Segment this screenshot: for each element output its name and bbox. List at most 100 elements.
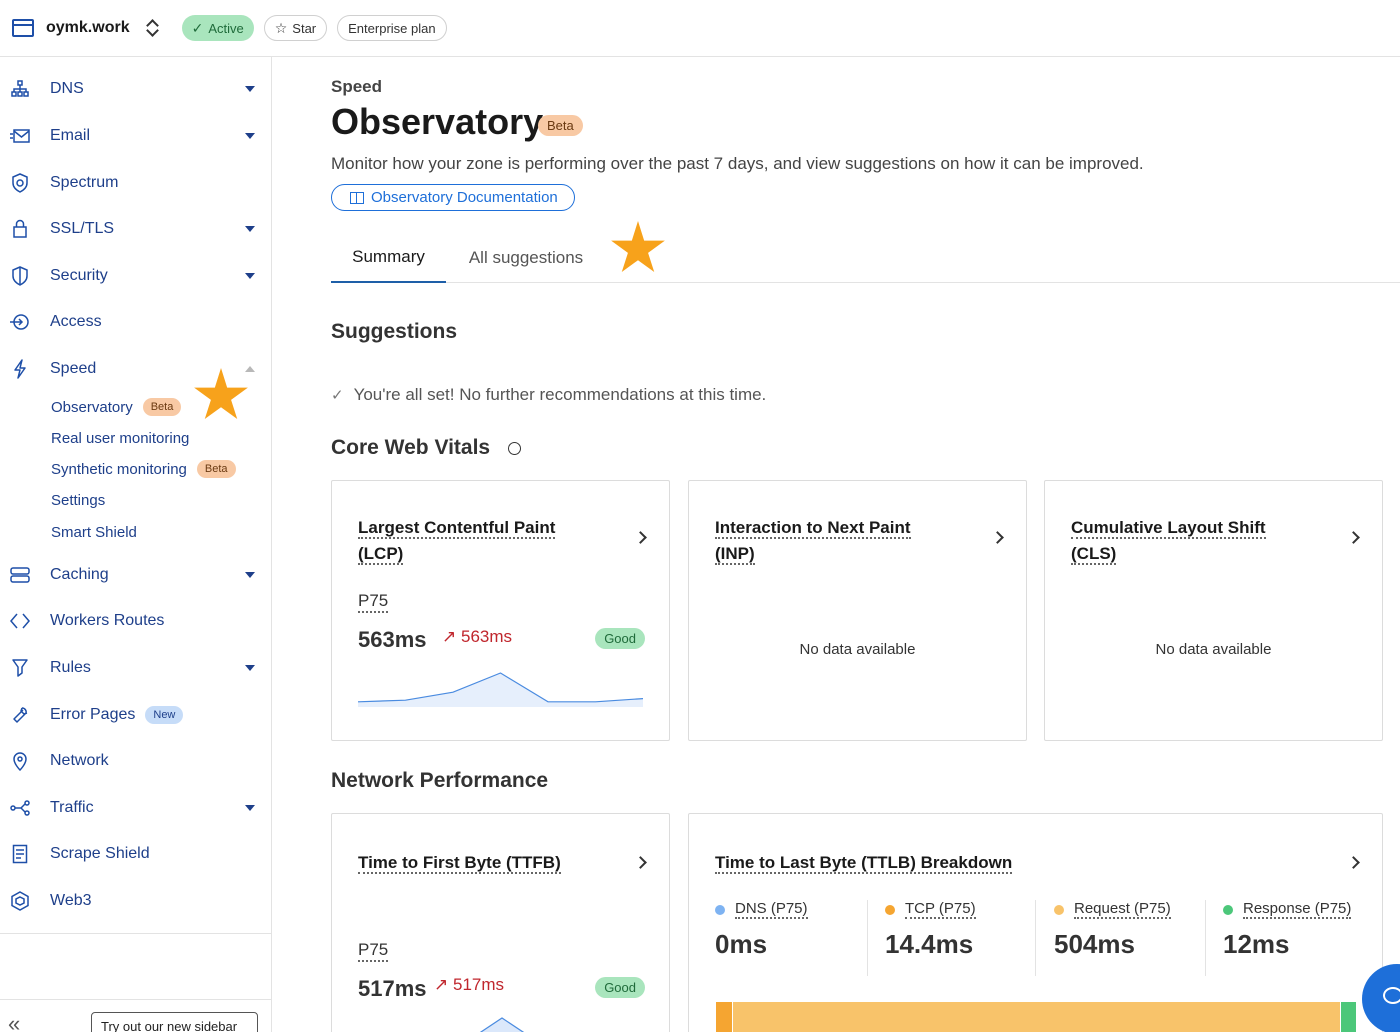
- sidebar-item-speed[interactable]: Speed: [0, 349, 271, 389]
- chevron-down-icon: [245, 226, 255, 232]
- plan-badge[interactable]: Enterprise plan: [337, 15, 447, 41]
- sidebar-item-email[interactable]: Email: [0, 116, 271, 156]
- sidebar-item-security[interactable]: Security: [0, 256, 271, 296]
- card-title[interactable]: Cumulative Layout Shift (CLS): [1071, 515, 1266, 567]
- access-icon: [10, 312, 30, 332]
- observatory-documentation-button[interactable]: Observatory Documentation: [331, 184, 575, 211]
- chevron-down-icon: [245, 572, 255, 578]
- no-data-message: No data available: [799, 641, 916, 658]
- sidebar-item-error-pages[interactable]: Error Pages New: [0, 695, 271, 735]
- sidebar-divider: [0, 933, 271, 934]
- sidebar-item-caching[interactable]: Caching: [0, 555, 271, 595]
- legend-dot: [1223, 904, 1233, 915]
- legend-dot: [715, 904, 725, 915]
- traffic-icon: [10, 798, 30, 818]
- divider: [867, 900, 868, 976]
- core-web-vitals-heading: Core Web Vitals: [331, 436, 491, 459]
- trend-up-arrow-icon: ↗: [442, 627, 457, 646]
- sidebar-item-network[interactable]: Network: [0, 741, 271, 781]
- star-button[interactable]: ☆ Star: [263, 15, 328, 41]
- beta-badge: Beta: [538, 115, 583, 136]
- sidebar-item-workers-routes[interactable]: Workers Routes: [0, 601, 271, 641]
- status-badge: Good: [595, 977, 645, 998]
- ttlb-breakdown-card[interactable]: Time to Last Byte (TTLB) Breakdown DNS (…: [688, 813, 1383, 1032]
- sidebar-subitem-smart-shield[interactable]: Smart Shield: [51, 520, 137, 544]
- top-bar: oymk.work ✓ Active ☆ Star Enterprise pla…: [0, 0, 1400, 57]
- beta-badge: Beta: [196, 460, 236, 478]
- lcp-delta: ↗ 563ms: [442, 627, 513, 646]
- lightning-icon: [10, 359, 30, 379]
- check-icon: ✓: [191, 19, 204, 36]
- sidebar-item-spectrum[interactable]: Spectrum: [0, 163, 271, 203]
- zone-switcher-icon[interactable]: [144, 18, 160, 38]
- tab-bar: Summary All suggestions: [331, 233, 1400, 283]
- browser-window-icon: [12, 19, 34, 37]
- document-icon: [10, 844, 30, 864]
- ttfb-value: 517ms: [358, 976, 427, 1001]
- chevron-right-icon[interactable]: [1347, 531, 1360, 544]
- p75-label: P75: [358, 591, 389, 613]
- lcp-value: 563ms: [358, 627, 427, 652]
- cls-card[interactable]: Cumulative Layout Shift (CLS) No data av…: [1044, 480, 1383, 741]
- beta-badge: Beta: [142, 398, 182, 416]
- card-title[interactable]: Time to Last Byte (TTLB) Breakdown: [715, 850, 1013, 876]
- lock-icon: [10, 219, 30, 239]
- chevron-right-icon[interactable]: [1347, 856, 1360, 869]
- sidebar-item-traffic[interactable]: Traffic: [0, 788, 271, 828]
- location-pin-icon: [10, 751, 30, 771]
- card-title[interactable]: Time to First Byte (TTFB): [358, 850, 561, 876]
- card-title[interactable]: Largest Contentful Paint (LCP): [358, 515, 556, 567]
- sidebar-subitem-settings[interactable]: Settings: [51, 488, 105, 512]
- ttlb-bar-segment: [733, 1002, 1342, 1032]
- page-title: Observatory: [331, 101, 544, 142]
- sidebar-item-rules[interactable]: Rules: [0, 648, 271, 688]
- ttlb-stacked-bar: [715, 1002, 1357, 1032]
- sidebar-item-web3[interactable]: Web3: [0, 881, 271, 921]
- ttlb-bar-segment: [716, 1002, 734, 1032]
- sidebar-subitem-real-user-monitoring[interactable]: Real user monitoring: [51, 426, 189, 450]
- email-icon: [10, 126, 30, 146]
- sidebar-item-scrape-shield[interactable]: Scrape Shield: [0, 834, 271, 874]
- check-icon: ✓: [331, 387, 344, 404]
- ttlb-metric-tcp: TCP (P75) 14.4ms: [885, 900, 976, 959]
- sidebar-subitem-synthetic-monitoring[interactable]: Synthetic monitoring Beta: [51, 457, 236, 481]
- chevron-up-icon: [245, 366, 255, 372]
- lcp-sparkline: [358, 672, 643, 707]
- ttlb-metric-response: Response (P75) 12ms: [1223, 900, 1352, 959]
- breadcrumb[interactable]: Speed: [331, 77, 382, 97]
- chevron-right-icon[interactable]: [991, 531, 1004, 544]
- star-outline-icon: ☆: [274, 19, 288, 36]
- clock-info-icon[interactable]: [508, 442, 521, 455]
- chevron-right-icon[interactable]: [634, 856, 647, 869]
- sitemap-icon: [10, 79, 30, 99]
- server-icon: [10, 565, 30, 585]
- sidebar-footer: « Try out our new sidebar: [0, 999, 271, 1032]
- divider: [1205, 900, 1206, 976]
- tab-all-suggestions[interactable]: All suggestions: [456, 233, 596, 283]
- sidebar-item-dns[interactable]: DNS: [0, 69, 271, 109]
- collapse-sidebar-icon[interactable]: «: [8, 1013, 20, 1032]
- inp-card[interactable]: Interaction to Next Paint (INP) No data …: [688, 480, 1027, 741]
- chevron-down-icon: [245, 665, 255, 671]
- sidebar: DNS Email Spectrum SSL/TLS Security Acce…: [0, 57, 272, 1032]
- sidebar-item-access[interactable]: Access: [0, 302, 271, 342]
- ttlb-metric-dns: DNS (P75) 0ms: [715, 900, 808, 959]
- card-title[interactable]: Interaction to Next Paint (INP): [715, 515, 911, 567]
- network-performance-heading: Network Performance: [331, 769, 549, 792]
- filter-icon: [10, 658, 30, 678]
- ttfb-sparkline: [479, 1017, 525, 1032]
- tab-summary[interactable]: Summary: [331, 233, 446, 283]
- chevron-down-icon: [245, 86, 255, 92]
- chevron-down-icon: [245, 805, 255, 811]
- suggestions-message: ✓ You're all set! No further recommendat…: [331, 385, 767, 404]
- zone-name[interactable]: oymk.work: [46, 19, 130, 37]
- sidebar-item-ssl-tls[interactable]: SSL/TLS: [0, 209, 271, 249]
- wrench-icon: [10, 705, 30, 725]
- lcp-card[interactable]: Largest Contentful Paint (LCP) P75 563ms…: [331, 480, 670, 741]
- status-badge: ✓ Active: [181, 15, 254, 41]
- code-icon: [10, 611, 30, 631]
- try-new-sidebar-button[interactable]: Try out our new sidebar: [91, 1012, 258, 1032]
- ttfb-card[interactable]: Time to First Byte (TTFB) P75 517ms ↗ 51…: [331, 813, 670, 1032]
- chevron-right-icon[interactable]: [634, 531, 647, 544]
- sidebar-subitem-observatory[interactable]: Observatory Beta: [51, 395, 182, 419]
